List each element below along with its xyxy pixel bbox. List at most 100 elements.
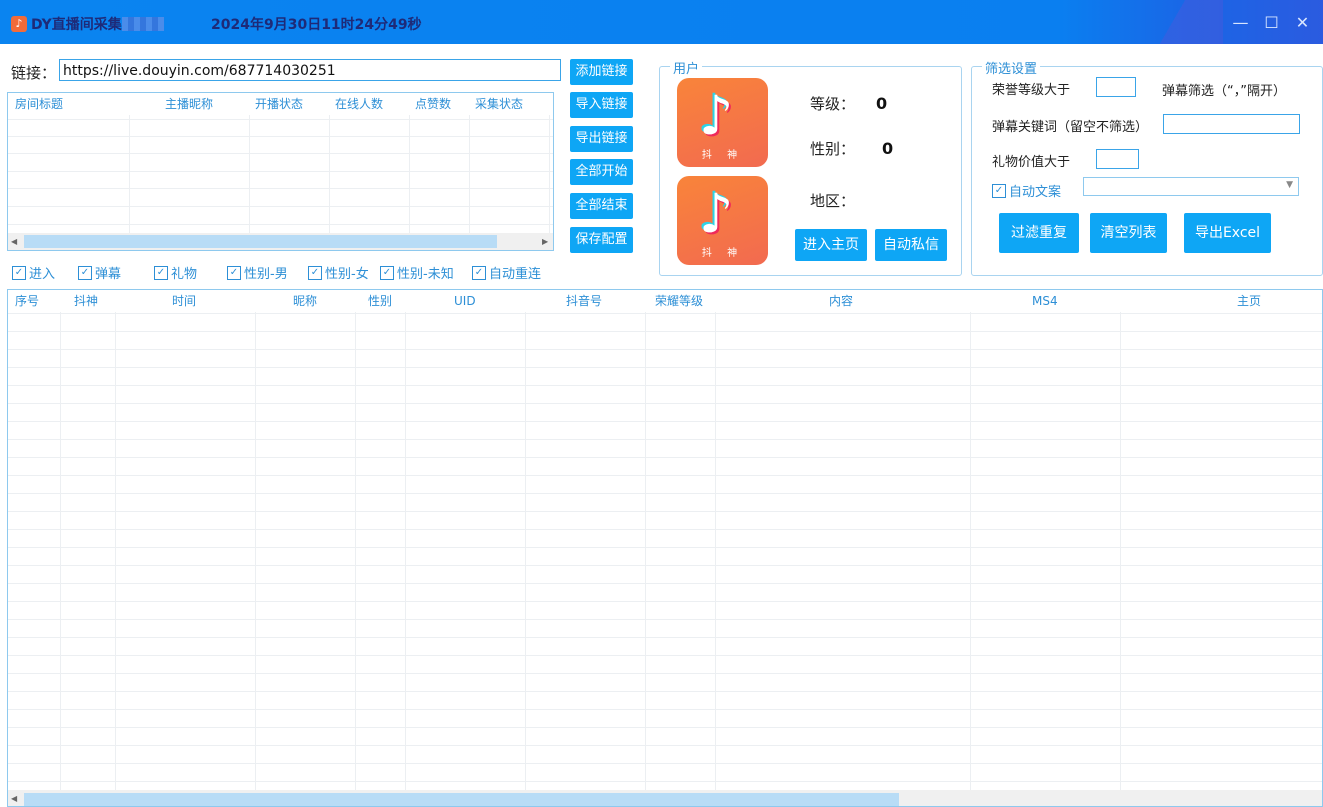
export-excel-button[interactable]: 导出Excel xyxy=(1184,213,1271,253)
redacted-title-region xyxy=(122,17,164,31)
column-header-douyin-id[interactable]: 抖音号 xyxy=(566,290,602,312)
checkbox-check-icon: ✓ xyxy=(380,265,394,280)
column-header-content[interactable]: 内容 xyxy=(829,290,853,312)
scroll-right-icon[interactable]: ▶ xyxy=(542,237,548,246)
grid-line xyxy=(8,313,1322,314)
grid-line xyxy=(405,312,406,790)
grid-line xyxy=(970,312,971,790)
stop-all-button[interactable]: 全部结束 xyxy=(570,193,633,219)
column-header-honor-level[interactable]: 荣耀等级 xyxy=(655,290,703,312)
grid-line xyxy=(329,115,330,233)
grid-line xyxy=(8,206,553,207)
danmu-keyword-input[interactable] xyxy=(1163,114,1300,134)
grid-line xyxy=(8,493,1322,494)
grid-line xyxy=(8,188,553,189)
maximize-icon[interactable]: ☐ xyxy=(1263,14,1280,31)
checkbox-check-icon: ✓ xyxy=(154,265,168,280)
filter-auto-reconnect-checkbox[interactable]: ✓ 自动重连 xyxy=(472,263,541,282)
grid-line xyxy=(115,312,116,790)
enter-homepage-button[interactable]: 进入主页 xyxy=(795,229,867,261)
filter-gender-unknown-checkbox[interactable]: ✓ 性别-未知 xyxy=(380,263,454,282)
auto-text-dropdown[interactable]: ▼ xyxy=(1083,177,1299,196)
grid-line xyxy=(8,385,1322,386)
grid-line xyxy=(249,115,250,233)
column-header-likes[interactable]: 点赞数 xyxy=(415,93,451,115)
honor-level-input[interactable] xyxy=(1096,77,1136,97)
gender-value: 0 xyxy=(882,139,894,158)
grid-line xyxy=(8,171,553,172)
import-link-button[interactable]: 导入链接 xyxy=(570,92,633,118)
grid-line xyxy=(8,457,1322,458)
grid-line xyxy=(8,511,1322,512)
grid-line xyxy=(8,439,1322,440)
checkbox-check-icon: ✓ xyxy=(308,265,322,280)
grid-line xyxy=(8,565,1322,566)
danmu-keyword-label: 弹幕关键词（留空不筛选） xyxy=(992,120,1149,135)
room-table-hscrollbar[interactable]: ◀ ▶ xyxy=(8,233,553,250)
grid-line xyxy=(129,115,130,233)
filter-gender-female-checkbox[interactable]: ✓ 性别-女 xyxy=(308,263,369,282)
column-header-dou-shen[interactable]: 抖神 xyxy=(74,290,98,312)
grid-line xyxy=(8,763,1322,764)
column-header-live-status[interactable]: 开播状态 xyxy=(255,93,303,115)
close-icon[interactable]: ✕ xyxy=(1294,14,1311,31)
column-header-index[interactable]: 序号 xyxy=(15,290,39,312)
filter-gender-male-checkbox[interactable]: ✓ 性别-男 xyxy=(227,263,288,282)
tiktok-logo-image: ♪ 抖 神 xyxy=(677,78,768,167)
grid-line xyxy=(8,619,1322,620)
grid-line xyxy=(1120,312,1121,790)
column-header-collect-status[interactable]: 采集状态 xyxy=(475,93,523,115)
auto-text-checkbox[interactable]: ✓ 自动文案 xyxy=(992,181,1061,200)
auto-dm-button[interactable]: 自动私信 xyxy=(875,229,947,261)
settings-group-legend: 筛选设置 xyxy=(982,58,1041,77)
title-bar: ♪ DY直播间采集 2024年9月30日11时24分49秒 — ☐ ✕ xyxy=(0,0,1323,44)
scroll-thumb[interactable] xyxy=(24,793,899,806)
minimize-icon[interactable]: — xyxy=(1232,14,1249,31)
column-header-gender[interactable]: 性别 xyxy=(368,290,392,312)
save-config-button[interactable]: 保存配置 xyxy=(570,227,633,253)
column-header-nickname[interactable]: 昵称 xyxy=(293,290,317,312)
column-header-host-nickname[interactable]: 主播昵称 xyxy=(165,93,213,115)
clear-list-button[interactable]: 清空列表 xyxy=(1090,213,1167,253)
tiktok-note-icon: ♪ xyxy=(699,182,734,245)
chevron-down-icon: ▼ xyxy=(1286,180,1293,190)
column-header-ms4[interactable]: MS4 xyxy=(1032,290,1058,312)
export-link-button[interactable]: 导出链接 xyxy=(570,126,633,152)
filter-label: 礼物 xyxy=(171,267,198,282)
danmu-table[interactable]: 序号 抖神 时间 昵称 性别 UID 抖音号 荣耀等级 内容 MS4 主页 ◀ xyxy=(7,289,1323,807)
scroll-thumb[interactable] xyxy=(24,235,497,248)
user-group-legend: 用户 xyxy=(670,58,703,77)
filter-danmu-checkbox[interactable]: ✓ 弹幕 xyxy=(78,263,121,282)
avatar-caption: 抖 神 xyxy=(701,248,744,259)
gift-value-label: 礼物价值大于 xyxy=(992,155,1071,170)
grid-line xyxy=(8,119,553,120)
column-header-room-title[interactable]: 房间标题 xyxy=(15,93,63,115)
column-header-homepage[interactable]: 主页 xyxy=(1237,290,1261,312)
grid-line xyxy=(255,312,256,790)
scroll-left-icon[interactable]: ◀ xyxy=(11,794,17,803)
room-table[interactable]: 房间标题 主播昵称 开播状态 在线人数 点赞数 采集状态 ◀ ▶ xyxy=(7,92,554,251)
start-all-button[interactable]: 全部开始 xyxy=(570,159,633,185)
filter-gift-checkbox[interactable]: ✓ 礼物 xyxy=(154,263,197,282)
filter-enter-checkbox[interactable]: ✓ 进入 xyxy=(12,263,55,282)
filter-label: 自动重连 xyxy=(489,267,542,282)
column-header-online-count[interactable]: 在线人数 xyxy=(335,93,383,115)
grid-line xyxy=(8,547,1322,548)
danmu-table-hscrollbar[interactable]: ◀ xyxy=(8,790,1322,806)
grid-line xyxy=(549,115,550,233)
grid-line xyxy=(525,312,526,790)
column-header-time[interactable]: 时间 xyxy=(172,290,196,312)
danmu-filter-label: 弹幕筛选（“，”隔开） xyxy=(1162,84,1286,99)
grid-line xyxy=(8,529,1322,530)
dedupe-button[interactable]: 过滤重复 xyxy=(999,213,1079,253)
filter-label: 弹幕 xyxy=(95,267,122,282)
column-header-uid[interactable]: UID xyxy=(454,290,476,312)
link-input[interactable]: https://live.douyin.com/687714030251 xyxy=(59,59,561,81)
grid-line xyxy=(8,224,553,225)
grid-line xyxy=(8,583,1322,584)
level-label: 等级： xyxy=(810,95,856,113)
gift-value-input[interactable] xyxy=(1096,149,1139,169)
scroll-left-icon[interactable]: ◀ xyxy=(11,237,17,246)
add-link-button[interactable]: 添加链接 xyxy=(570,59,633,85)
auto-text-label: 自动文案 xyxy=(1009,185,1062,200)
